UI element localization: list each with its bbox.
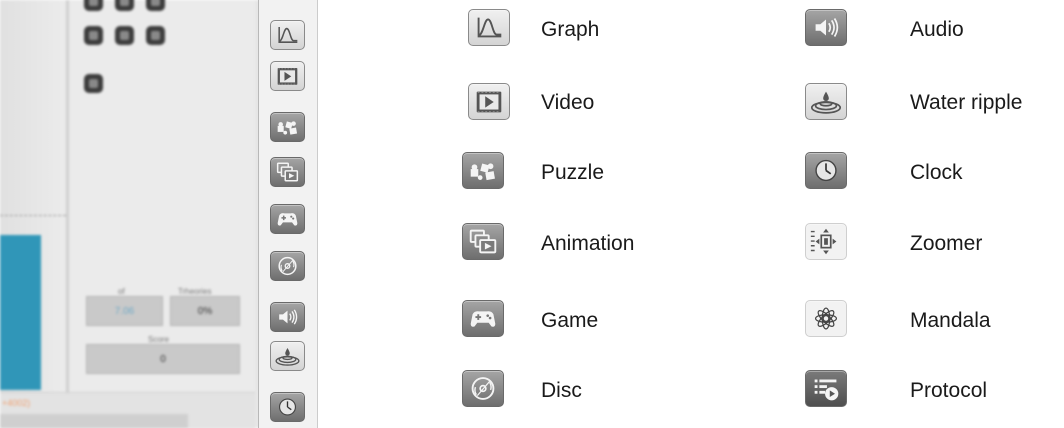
- legend-label-puzzle: Puzzle: [541, 161, 605, 184]
- puzzle-icon: [270, 112, 305, 142]
- clock-icon: [270, 392, 305, 422]
- toolbar-video-button[interactable]: [270, 61, 305, 91]
- disc-icon: [270, 251, 305, 281]
- legend-label-clock: Clock: [910, 161, 963, 184]
- video-icon: [468, 83, 510, 120]
- water-ripple-icon: [805, 83, 847, 120]
- score-value: 0: [86, 344, 240, 374]
- legend-item-mandala: [805, 300, 847, 337]
- legend-label-zoomer: Zoomer: [910, 232, 983, 255]
- preview-button: [115, 26, 134, 45]
- app-preview: of Trheories 7.06 0% Score 0 +4002): [0, 0, 318, 428]
- legend-label-video: Video: [541, 91, 595, 114]
- preview-button: [146, 0, 165, 11]
- protocol-icon: [805, 370, 847, 407]
- toolbar-disc-button[interactable]: [270, 251, 305, 281]
- video-icon: [270, 61, 305, 91]
- animation-icon: [270, 157, 305, 187]
- game-icon: [270, 204, 305, 234]
- preview-button: [115, 0, 134, 11]
- graph-icon: [468, 9, 510, 46]
- separator-line: [0, 215, 66, 216]
- legend-label-mandala: Mandala: [910, 309, 991, 332]
- legend-item-video: [468, 83, 510, 120]
- legend-item-disc: [462, 370, 504, 407]
- toolbar-clock-button[interactable]: [270, 392, 305, 422]
- legend-item-graph: [468, 9, 510, 46]
- toolbar: [258, 0, 318, 428]
- audio-icon: [805, 9, 847, 46]
- stat-left-caption: of: [118, 287, 125, 296]
- legend-item-game: [462, 300, 504, 337]
- stat-right-caption: Trheories: [178, 287, 212, 296]
- zoomer-icon: [805, 223, 847, 260]
- clock-icon: [805, 152, 847, 189]
- toolbar-animation-button[interactable]: [270, 157, 305, 187]
- puzzle-icon: [462, 152, 504, 189]
- toolbar-audio-button[interactable]: [270, 302, 305, 332]
- legend-label-disc: Disc: [541, 379, 582, 402]
- toolbar-graph-button[interactable]: [270, 20, 305, 50]
- legend-item-water-ripple: [805, 83, 847, 120]
- legend-label-animation: Animation: [541, 232, 635, 255]
- legend-label-audio: Audio: [910, 18, 964, 41]
- graph-icon: [270, 20, 305, 50]
- game-icon: [462, 300, 504, 337]
- legend-item-clock: [805, 152, 847, 189]
- legend-item-audio: [805, 9, 847, 46]
- toolbar-water-ripple-button[interactable]: [270, 341, 305, 371]
- disc-icon: [462, 370, 504, 407]
- legend-item-puzzle: [462, 152, 504, 189]
- legend-label-water-ripple: Water ripple: [910, 91, 1023, 114]
- legend-label-protocol: Protocol: [910, 379, 988, 402]
- legend-item-animation: [462, 223, 504, 260]
- legend-item-zoomer: [805, 223, 847, 260]
- mandala-icon: [805, 300, 847, 337]
- stat-right-value: 0%: [170, 296, 240, 326]
- preview-button: [146, 26, 165, 45]
- toolbar-game-button[interactable]: [270, 204, 305, 234]
- legend-item-protocol: [805, 370, 847, 407]
- water-ripple-icon: [270, 341, 305, 371]
- teal-block: [0, 235, 41, 390]
- audio-icon: [270, 302, 305, 332]
- animation-icon: [462, 223, 504, 260]
- middle-panel: [69, 0, 255, 392]
- preview-button: [84, 74, 103, 93]
- preview-button: [84, 0, 103, 11]
- preview-button: [84, 26, 103, 45]
- toolbar-puzzle-button[interactable]: [270, 112, 305, 142]
- legend-label-game: Game: [541, 309, 599, 332]
- bottom-label: +4002): [2, 398, 31, 408]
- stat-left-value: 7.06: [86, 296, 163, 326]
- legend-label-graph: Graph: [541, 18, 600, 41]
- score-caption: Score: [148, 335, 169, 344]
- bottom-bar: [0, 414, 188, 428]
